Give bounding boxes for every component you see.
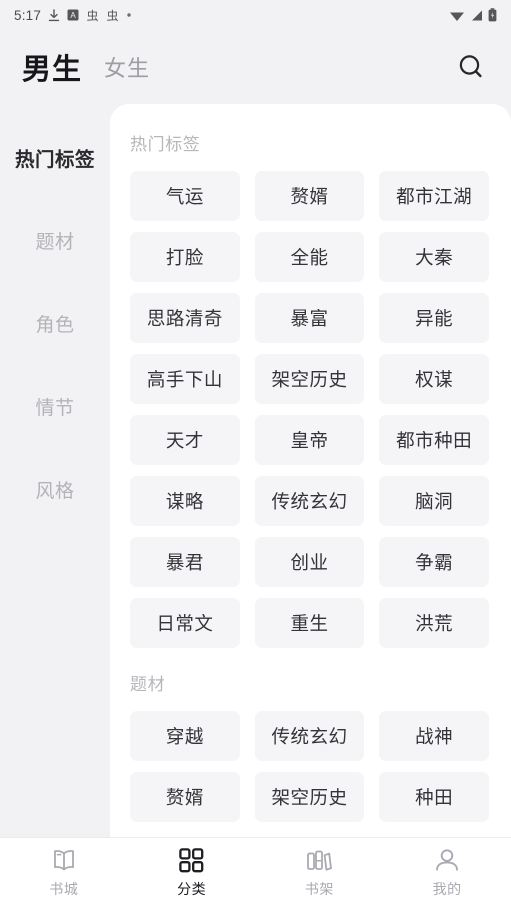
svg-text:虫: 虫 [107,9,119,22]
tag-pill[interactable]: 思路清奇 [130,293,240,343]
nav-item-profile[interactable]: 我的 [383,847,511,899]
search-icon [459,55,482,78]
tag-pill[interactable]: 赘婿 [130,772,240,822]
battery-icon [488,8,497,22]
tag-pill[interactable]: 暴君 [130,537,240,587]
tag-content-panel[interactable]: 热门标签 气运 赘婿 都市江湖 打脸 全能 大秦 思路清奇 暴富 异能 高手下山… [110,104,511,837]
nav-label: 分类 [177,881,207,897]
tag-pill[interactable]: 天才 [130,415,240,465]
app-badge-icon: A [67,9,79,21]
body-wrapper: 热门标签 题材 角色 情节 风格 热门标签 气运 赘婿 都市江湖 打脸 全能 大… [0,104,511,837]
tab-female[interactable]: 女生 [104,51,150,83]
tag-pill[interactable]: 全能 [254,232,365,282]
bottom-navigation: 书城 分类 书架 我的 [0,837,511,908]
app-screen: 5:17 A 虫 虫 男生 女生 热门标签 题材 角色 情节 风格 热门标签 气… [0,0,511,908]
tag-content-inner: 热门标签 气运 赘婿 都市江湖 打脸 全能 大秦 思路清奇 暴富 异能 高手下山… [110,104,511,822]
nav-label: 书架 [304,881,334,897]
tag-pill[interactable]: 重生 [254,598,365,648]
category-sidebar[interactable]: 热门标签 题材 角色 情节 风格 [0,104,110,837]
section-title: 热门标签 [130,135,201,154]
tag-pill[interactable]: 洪荒 [379,598,489,648]
tag-pill[interactable]: 架空历史 [254,772,365,822]
status-time: 5:17 [14,7,42,23]
tag-pill[interactable]: 传统玄幻 [254,476,365,526]
sidebar-item-plot[interactable]: 情节 [0,365,110,448]
sidebar-item-role[interactable]: 角色 [0,282,110,365]
tag-pill[interactable]: 都市种田 [379,415,489,465]
tag-pill[interactable]: 穿越 [130,711,240,761]
signal-icon [472,10,482,20]
tag-pill[interactable]: 争霸 [379,537,489,587]
person-icon [434,847,460,873]
wifi-icon [450,12,464,21]
nav-label: 书城 [49,881,79,897]
app-glyph-icon: 虫 [107,9,119,22]
nav-item-bookshelf[interactable]: 书架 [256,847,384,899]
section-title: 题材 [130,675,166,694]
nav-item-category[interactable]: 分类 [128,847,256,899]
tag-pill[interactable]: 打脸 [130,232,240,282]
tag-pill[interactable]: 脑洞 [379,476,489,526]
app-header: 男生 女生 [0,30,511,104]
tag-pill[interactable]: 日常文 [130,598,240,648]
nav-label: 我的 [432,881,462,897]
tag-pill[interactable]: 传统玄幻 [254,711,365,761]
tag-pill[interactable]: 异能 [379,293,489,343]
tag-pill[interactable]: 都市江湖 [379,171,489,221]
status-bar-left: 5:17 A 虫 虫 [14,8,132,23]
grid-icon [179,847,204,873]
status-bar: 5:17 A 虫 虫 [0,0,511,30]
tag-pill[interactable]: 权谋 [379,354,489,404]
svg-text:A: A [70,11,76,20]
tag-pill[interactable]: 战神 [379,711,489,761]
section-hot-tags: 热门标签 气运 赘婿 都市江湖 打脸 全能 大秦 思路清奇 暴富 异能 高手下山… [130,130,489,648]
tab-male[interactable]: 男生 [22,46,82,88]
section-theme: 题材 穿越 传统玄幻 战神 赘婿 架空历史 种田 [130,670,489,822]
tag-pill[interactable]: 气运 [130,171,240,221]
tag-pill[interactable]: 皇帝 [254,415,365,465]
tag-pill[interactable]: 暴富 [254,293,365,343]
app-glyph-icon: 虫 [87,9,99,22]
tag-pill[interactable]: 高手下山 [130,354,240,404]
download-icon [48,8,60,21]
tag-pill[interactable]: 大秦 [379,232,489,282]
tag-grid: 气运 赘婿 都市江湖 打脸 全能 大秦 思路清奇 暴富 异能 高手下山 架空历史… [130,171,489,648]
tag-pill[interactable]: 谋略 [130,476,240,526]
open-book-icon [50,847,78,873]
search-button[interactable] [451,47,491,87]
tag-grid: 穿越 传统玄幻 战神 赘婿 架空历史 种田 [130,711,489,822]
tag-pill[interactable]: 架空历史 [254,354,365,404]
nav-item-bookstore[interactable]: 书城 [0,847,128,899]
sidebar-item-hot-tags[interactable]: 热门标签 [0,116,110,199]
bookshelf-icon [305,847,333,873]
tag-pill[interactable]: 创业 [254,537,365,587]
svg-text:虫: 虫 [87,9,99,22]
dot-icon [127,13,131,17]
sidebar-item-style[interactable]: 风格 [0,448,110,531]
tag-pill[interactable]: 赘婿 [254,171,365,221]
sidebar-item-theme[interactable]: 题材 [0,199,110,282]
status-bar-right [449,8,497,22]
tag-pill[interactable]: 种田 [379,772,489,822]
